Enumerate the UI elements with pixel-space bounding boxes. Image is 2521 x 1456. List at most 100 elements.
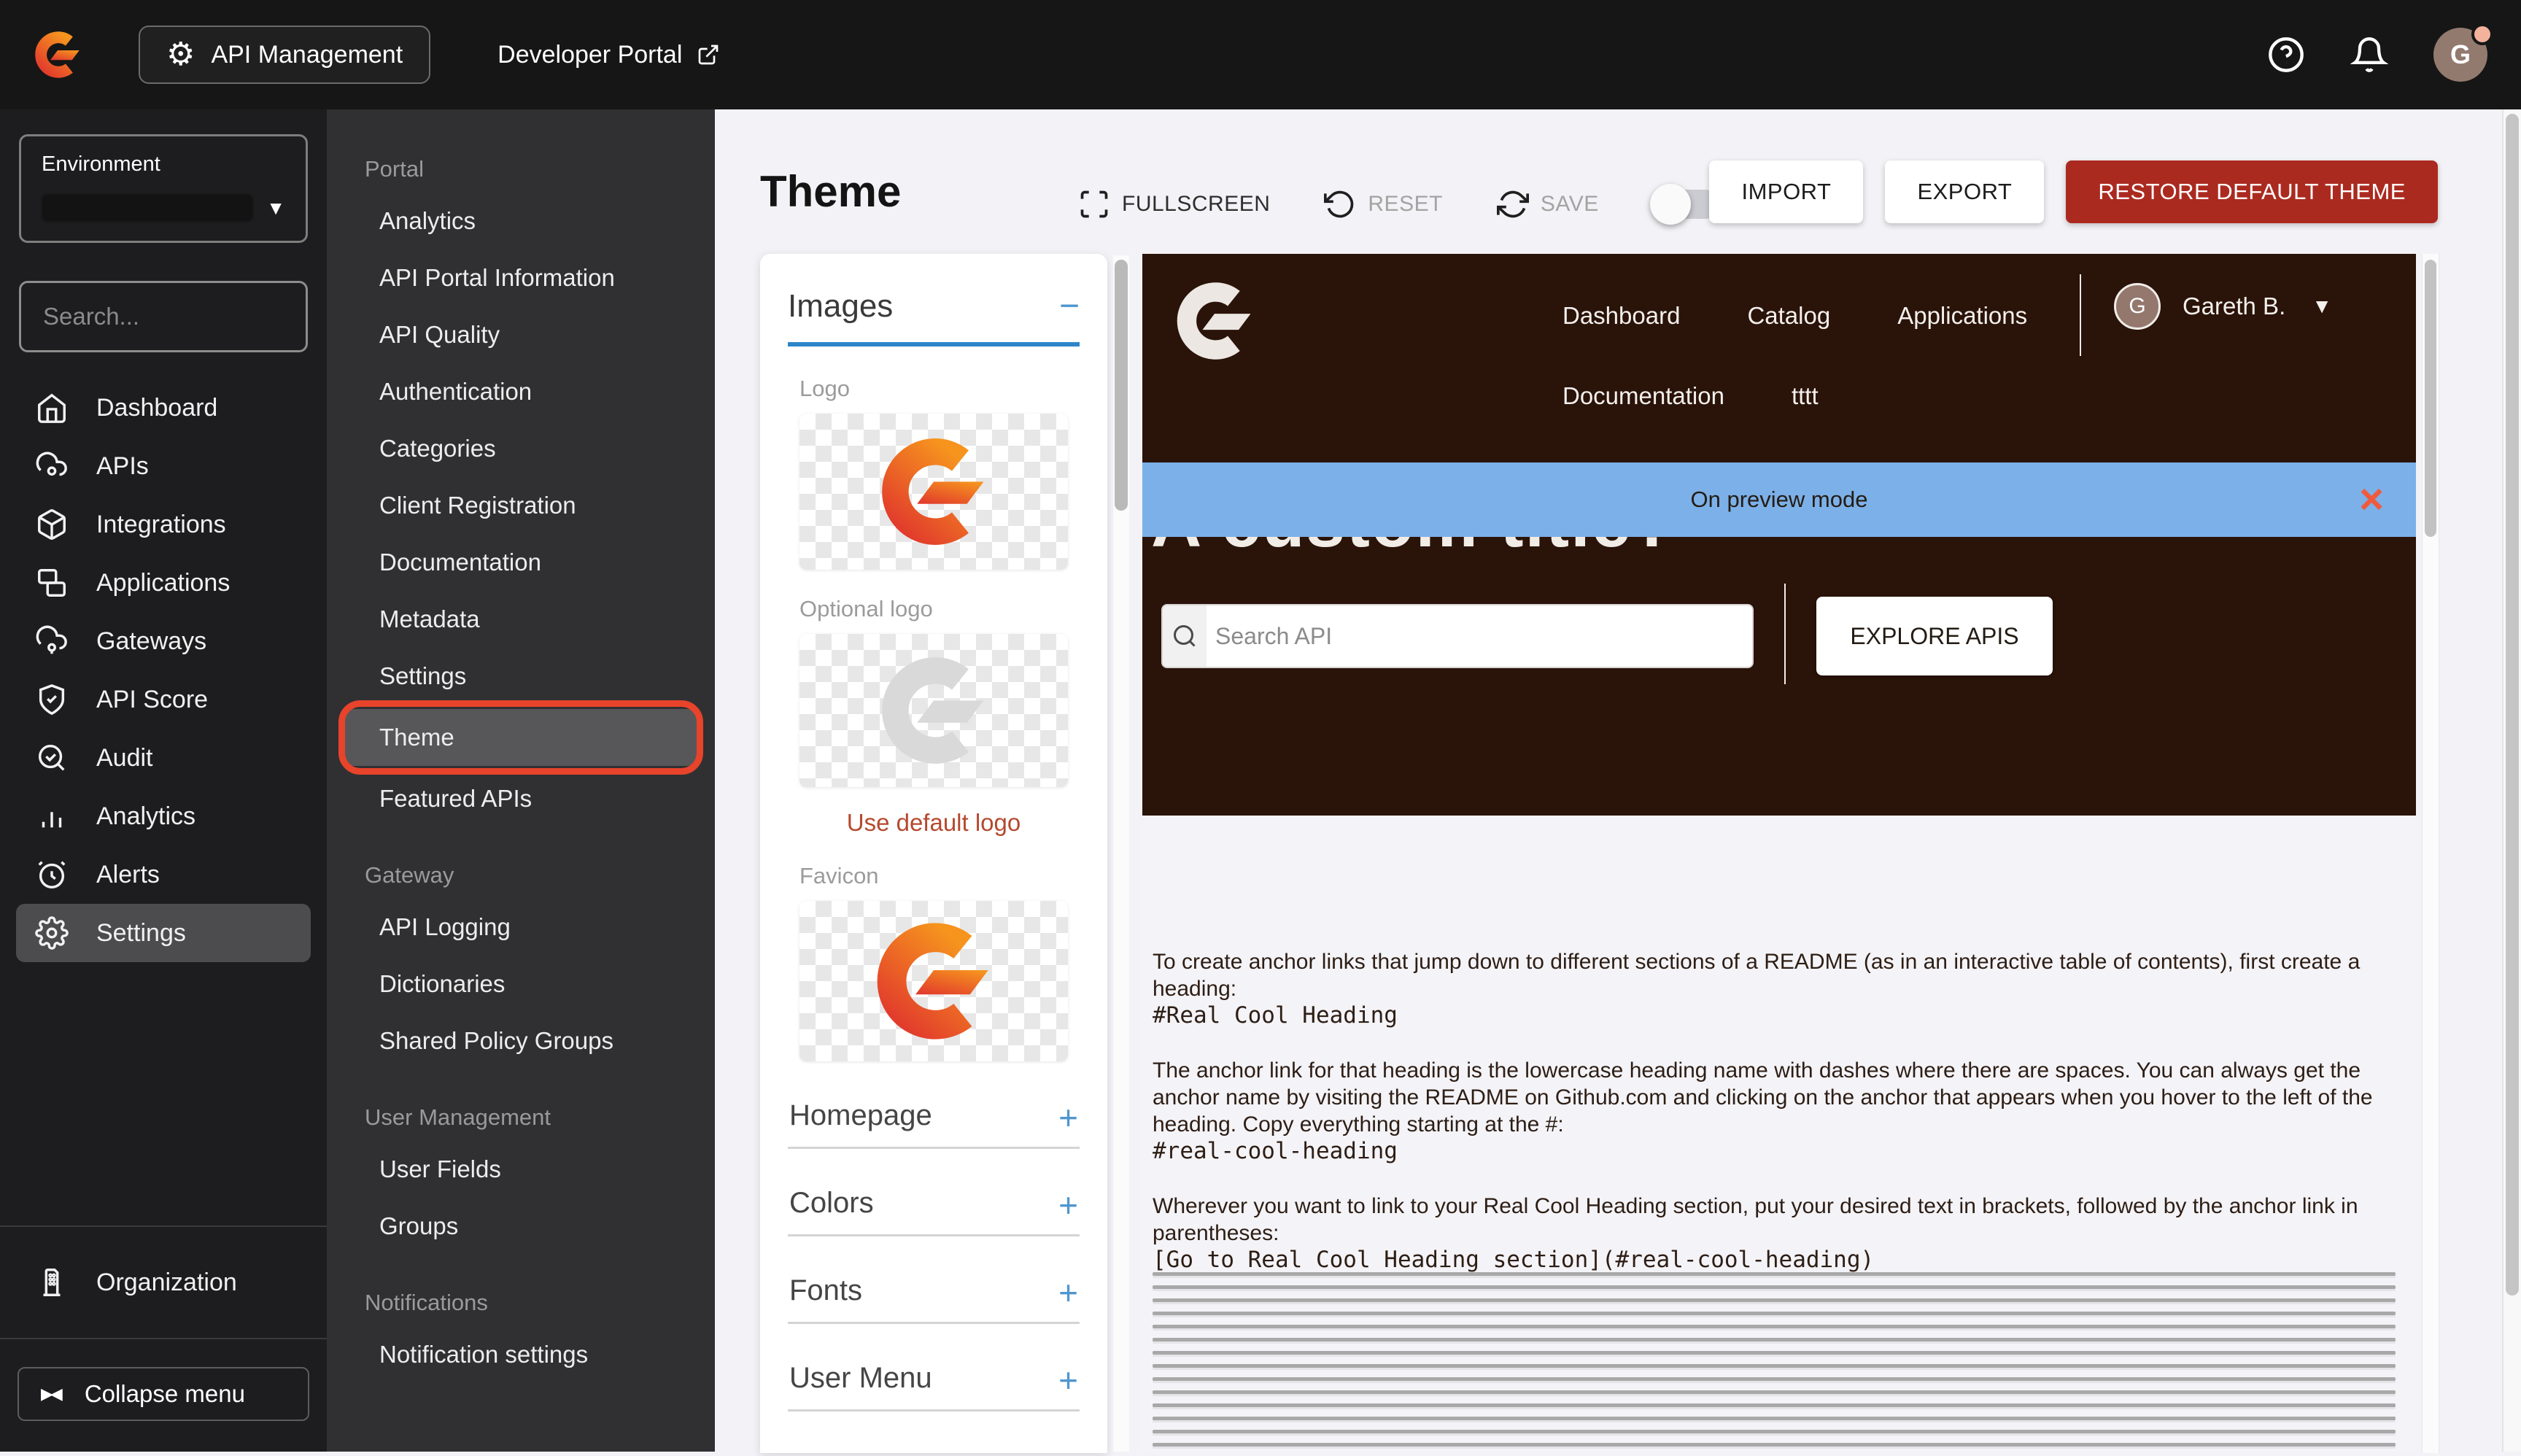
accordion-fonts[interactable]: Fonts +	[788, 1236, 1080, 1324]
fullscreen-button[interactable]: FULLSCREEN	[1078, 188, 1270, 220]
main-content: Theme FULLSCREEN RESET SAVE ENABLED	[715, 109, 2502, 1452]
settings-sub-sidebar: Portal Analytics API Portal Information …	[327, 109, 715, 1452]
gravitee-logo-icon	[34, 28, 82, 81]
preview-search-input[interactable]	[1207, 605, 1752, 667]
placeholder-line	[1153, 1338, 2396, 1341]
expand-section-icon[interactable]: +	[1058, 1103, 1078, 1132]
sidebar-item-integrations[interactable]: Integrations	[16, 495, 311, 554]
subsidebar-item-api-logging[interactable]: API Logging	[327, 899, 715, 956]
divider	[0, 1338, 327, 1339]
subsidebar-item-api-portal-information[interactable]: API Portal Information	[327, 249, 715, 306]
favicon-upload-preview[interactable]	[799, 901, 1068, 1061]
window-scrollbar-thumb[interactable]	[2506, 114, 2519, 1296]
logo-upload-preview[interactable]	[799, 414, 1068, 570]
sidebar-item-dashboard[interactable]: Dashboard	[16, 379, 311, 437]
chevron-down-icon: ▼	[266, 197, 285, 220]
user-avatar[interactable]: G	[2433, 28, 2487, 82]
package-icon	[35, 508, 69, 541]
readme-paragraph: Wherever you want to link to your Real C…	[1153, 1193, 2396, 1247]
cloud-gear-icon	[35, 449, 69, 483]
optional-logo-label: Optional logo	[799, 596, 1068, 622]
preview-avatar: G	[2114, 283, 2161, 330]
accordion-user-menu[interactable]: User Menu +	[788, 1324, 1080, 1412]
sidebar-item-api-score[interactable]: API Score	[16, 670, 311, 729]
subsidebar-item-notification-settings[interactable]: Notification settings	[327, 1326, 715, 1383]
optional-logo-upload-preview[interactable]	[799, 634, 1068, 787]
subsidebar-item-dictionaries[interactable]: Dictionaries	[327, 956, 715, 1012]
expand-section-icon[interactable]: +	[1058, 1190, 1078, 1220]
developer-portal-link[interactable]: Developer Portal	[497, 41, 720, 69]
chevron-down-icon: ▼	[2312, 295, 2332, 318]
window-scrollbar[interactable]	[2502, 109, 2521, 1452]
sidebar-item-settings[interactable]: Settings	[16, 904, 311, 962]
subsidebar-item-analytics[interactable]: Analytics	[327, 193, 715, 249]
accordion-colors[interactable]: Colors +	[788, 1149, 1080, 1236]
subsidebar-item-metadata[interactable]: Metadata	[327, 591, 715, 648]
preview-nav-catalog[interactable]: Catalog	[1747, 302, 1830, 330]
help-icon[interactable]	[2267, 36, 2305, 74]
sidebar-item-alerts[interactable]: Alerts	[16, 845, 311, 904]
subsidebar-item-user-fields[interactable]: User Fields	[327, 1141, 715, 1198]
placeholder-line	[1153, 1403, 2396, 1407]
accordion-homepage[interactable]: Homepage +	[788, 1061, 1080, 1149]
subsidebar-item-featured-apis[interactable]: Featured APIs	[327, 770, 715, 827]
placeholder-line	[1153, 1351, 2396, 1355]
app-switcher-label: API Management	[211, 41, 403, 69]
sidebar-item-audit[interactable]: Audit	[16, 729, 311, 787]
preview-nav-tttt[interactable]: tttt	[1792, 382, 1819, 410]
sidebar-search-input[interactable]	[43, 303, 353, 330]
subsidebar-item-client-registration[interactable]: Client Registration	[327, 477, 715, 534]
preview-nav-applications[interactable]: Applications	[1897, 302, 2027, 330]
sidebar-item-applications[interactable]: Applications	[16, 554, 311, 612]
app-switcher-button[interactable]: ⚙ API Management	[139, 26, 430, 84]
preview-header: Dashboard Catalog Applications Documenta…	[1142, 254, 2416, 816]
shield-check-icon	[35, 683, 69, 716]
preview-readme-text: To create anchor links that jump down to…	[1153, 948, 2396, 1301]
subsidebar-item-groups[interactable]: Groups	[327, 1198, 715, 1255]
preview-nav-documentation[interactable]: Documentation	[1562, 382, 1724, 410]
collapse-section-icon[interactable]: −	[1059, 286, 1080, 326]
preview-scrollbar-thumb[interactable]	[2425, 260, 2436, 537]
subsidebar-item-documentation[interactable]: Documentation	[327, 534, 715, 591]
subsidebar-item-theme[interactable]: Theme	[343, 709, 699, 766]
collapse-menu-button[interactable]: ▶◀ Collapse menu	[18, 1367, 309, 1421]
environment-label: Environment	[42, 152, 285, 177]
preview-user-menu[interactable]: G Gareth B. ▼	[2114, 283, 2332, 330]
home-icon	[35, 391, 69, 425]
subsidebar-item-settings[interactable]: Settings	[327, 648, 715, 705]
sync-icon	[1497, 188, 1529, 220]
theme-preview: Dashboard Catalog Applications Documenta…	[1142, 254, 2416, 1453]
subsidebar-item-api-quality[interactable]: API Quality	[327, 306, 715, 363]
use-default-logo-link[interactable]: Use default logo	[788, 809, 1080, 837]
preview-scrollbar[interactable]	[2422, 254, 2439, 1453]
sidebar-item-analytics[interactable]: Analytics	[16, 787, 311, 845]
gear-icon	[35, 916, 69, 950]
preview-nav-dashboard[interactable]: Dashboard	[1562, 302, 1680, 330]
import-button[interactable]: IMPORT	[1709, 160, 1863, 223]
environment-select[interactable]: Environment ▼	[19, 134, 308, 243]
export-button[interactable]: EXPORT	[1885, 160, 2044, 223]
explore-apis-button[interactable]: EXPLORE APIS	[1816, 597, 2053, 675]
expand-section-icon[interactable]: +	[1058, 1366, 1078, 1395]
restore-default-theme-button[interactable]: RESTORE DEFAULT THEME	[2066, 160, 2438, 223]
accordion-pagination[interactable]: Pagination +	[788, 1412, 1080, 1453]
images-section-header[interactable]: Images −	[788, 286, 1080, 326]
sidebar-search[interactable]	[19, 281, 308, 352]
panel-scrollbar-thumb[interactable]	[1115, 260, 1128, 511]
preview-nav: Dashboard Catalog Applications Documenta…	[1562, 302, 2029, 410]
subsidebar-item-authentication[interactable]: Authentication	[327, 363, 715, 420]
subsidebar-item-shared-policy-groups[interactable]: Shared Policy Groups	[327, 1012, 715, 1069]
sidebar-item-apis[interactable]: APIs	[16, 437, 311, 495]
subsidebar-item-categories[interactable]: Categories	[327, 420, 715, 477]
save-button[interactable]: SAVE	[1497, 188, 1599, 220]
placeholder-line	[1153, 1390, 2396, 1394]
reset-button[interactable]: RESET	[1324, 188, 1443, 220]
sidebar-item-gateways[interactable]: Gateways	[16, 612, 311, 670]
sidebar-item-organization[interactable]: Organization	[0, 1227, 327, 1338]
panel-scrollbar[interactable]	[1113, 255, 1129, 1452]
fullscreen-icon	[1078, 188, 1110, 220]
placeholder-line	[1153, 1443, 2396, 1447]
notifications-bell-icon[interactable]	[2350, 36, 2388, 74]
close-icon[interactable]: ×	[2359, 479, 2384, 521]
expand-section-icon[interactable]: +	[1058, 1278, 1078, 1307]
